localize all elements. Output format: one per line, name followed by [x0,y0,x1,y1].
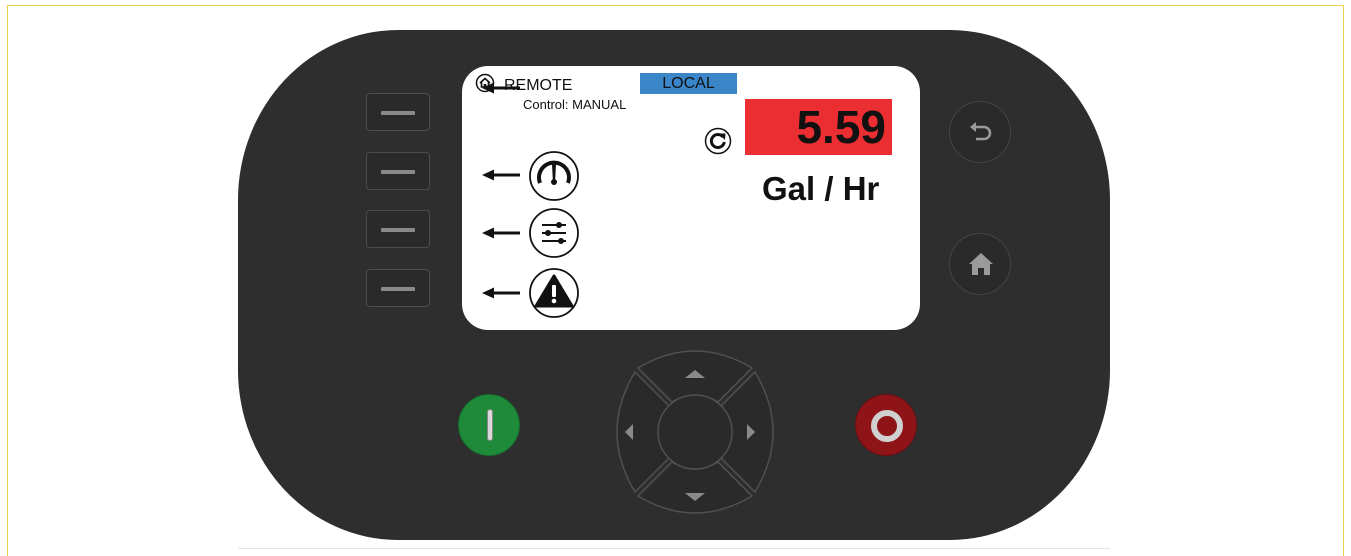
flow-units: Gal / Hr [762,170,880,207]
back-button[interactable] [949,101,1011,163]
home-icon [969,253,993,275]
home-button[interactable] [949,233,1011,295]
control-mode-label: Control: MANUAL [523,97,627,112]
alarm-warning-icon [529,268,579,318]
back-arrow-icon [970,122,992,141]
divider-line [238,548,1110,549]
dash-icon [381,228,415,232]
soft-key-3[interactable] [366,210,430,248]
dash-icon [381,111,415,115]
arrow-left-icon [482,227,520,239]
soft-key-4[interactable] [366,269,430,307]
stop-button[interactable] [855,394,917,456]
remote-label: REMOTE [504,77,573,94]
soft-key-2[interactable] [366,152,430,190]
settings-sliders-icon [529,208,579,258]
start-button[interactable] [458,394,520,456]
dash-icon [381,170,415,174]
start-icon [487,409,493,441]
display-screen: REMOTE Control: MANUAL LOCAL 5.59 Gal / … [462,66,920,330]
directional-pad [616,350,774,514]
soft-key-1[interactable] [366,93,430,131]
dpad-center-button[interactable] [657,394,733,470]
dash-icon [381,287,415,291]
arrow-left-icon [482,287,520,299]
refresh-icon [704,127,732,155]
local-badge: LOCAL [640,73,737,94]
flow-readout: 5.59 [745,99,892,155]
gauge-icon [529,151,579,201]
stop-icon [871,410,903,442]
arrow-left-icon [482,169,520,181]
